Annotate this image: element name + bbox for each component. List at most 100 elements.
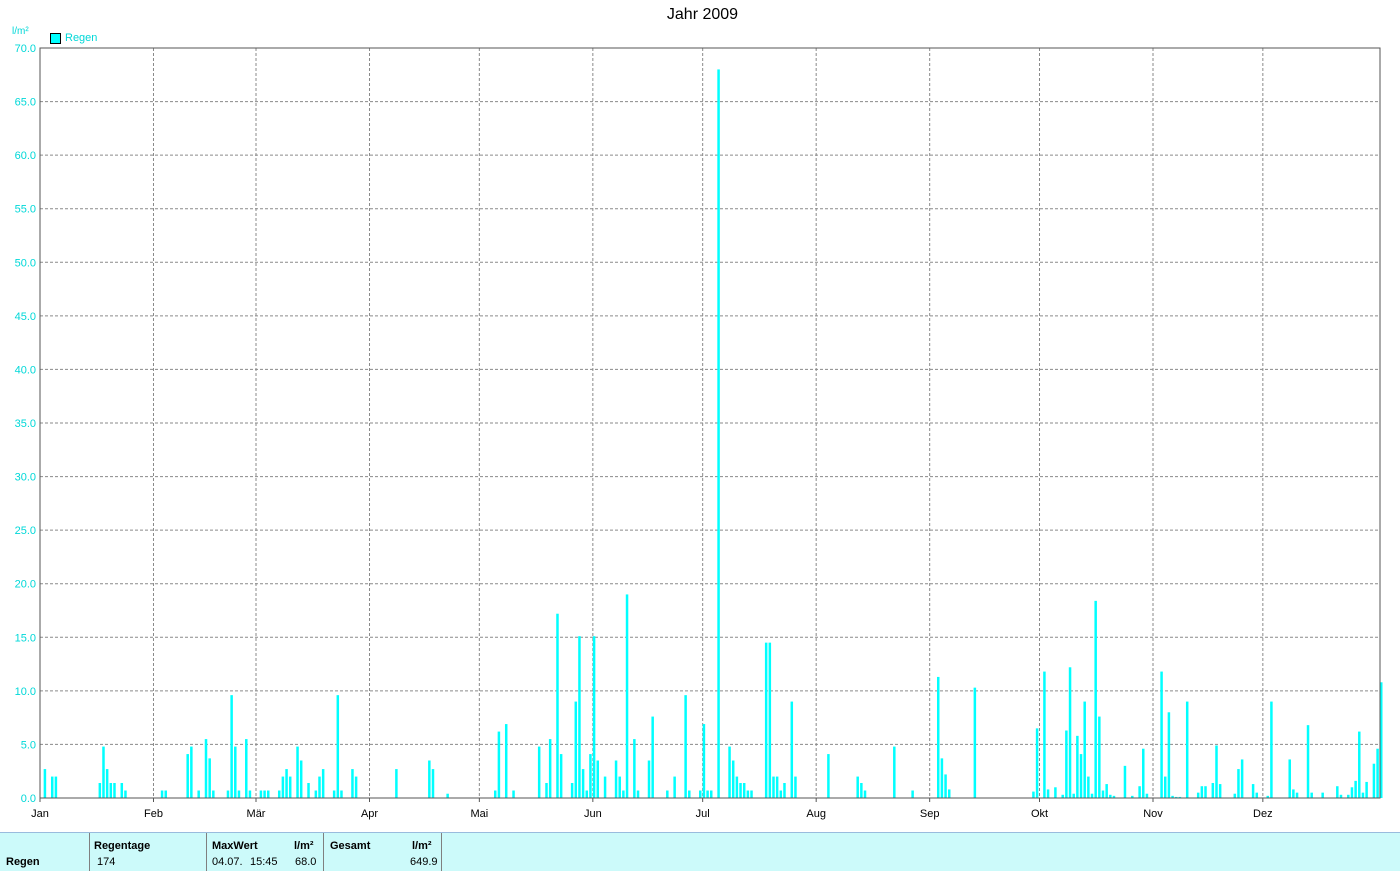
- rain-bar: [742, 783, 746, 798]
- stats-separator: [323, 833, 324, 871]
- rain-bar: [1145, 793, 1149, 798]
- rain-bar: [1163, 776, 1167, 798]
- rain-bar: [596, 760, 600, 798]
- rain-bar: [548, 739, 552, 798]
- rain-bar: [1336, 786, 1339, 798]
- rain-bar: [940, 758, 944, 798]
- month-label: Aug: [806, 808, 826, 820]
- rain-bar: [578, 636, 581, 798]
- rain-bar: [428, 760, 431, 798]
- rain-bar: [340, 790, 343, 798]
- rain-bar: [43, 769, 47, 798]
- y-tick-label: 25.0: [15, 525, 36, 537]
- rain-bar: [666, 790, 669, 798]
- rain-bar: [684, 695, 687, 798]
- rain-bar: [266, 790, 270, 798]
- rain-bar: [1306, 725, 1310, 798]
- rain-bar: [1200, 786, 1204, 798]
- rain-bar: [622, 790, 625, 798]
- rain-bar: [728, 746, 731, 798]
- rain-bar: [1098, 716, 1101, 798]
- rain-bar: [710, 790, 713, 798]
- month-label: Apr: [361, 808, 378, 820]
- rain-bar: [1046, 789, 1050, 798]
- rain-bar: [746, 790, 750, 798]
- y-tick-label: 5.0: [21, 739, 36, 751]
- rain-bar: [772, 776, 775, 798]
- rain-bar: [237, 790, 241, 798]
- rain-bar: [589, 754, 592, 798]
- rain-bar: [259, 790, 263, 798]
- month-label: Feb: [144, 808, 163, 820]
- rain-bar: [779, 790, 783, 798]
- rain-bar: [581, 769, 585, 798]
- maxwert-time: 15:45: [250, 856, 278, 868]
- rain-bar: [625, 594, 629, 798]
- rain-bar: [395, 769, 398, 798]
- rain-bar: [790, 701, 794, 798]
- rain-bar: [1372, 763, 1376, 798]
- rain-bar: [731, 760, 735, 798]
- rain-bar: [113, 783, 116, 798]
- y-tick-label: 10.0: [15, 686, 36, 698]
- rain-bar: [863, 790, 867, 798]
- rain-bar: [186, 754, 189, 798]
- rain-bar: [1167, 712, 1171, 798]
- rain-bar: [768, 642, 772, 798]
- rain-bar: [1218, 784, 1222, 798]
- rain-bar: [537, 746, 541, 798]
- rain-bar: [651, 716, 654, 798]
- rain-bar: [1204, 786, 1207, 798]
- month-label: Dez: [1253, 808, 1273, 820]
- y-tick-label: 65.0: [15, 97, 36, 109]
- rain-bar: [230, 695, 233, 798]
- rain-bar: [248, 790, 252, 798]
- rain-bar: [1043, 671, 1046, 798]
- rain-bar: [54, 776, 58, 798]
- rain-bar: [332, 790, 336, 798]
- rain-bar: [1123, 765, 1127, 798]
- rain-bar: [208, 758, 211, 798]
- month-label: Jun: [584, 808, 602, 820]
- rain-bar: [856, 776, 859, 798]
- rain-bar: [633, 739, 636, 798]
- y-tick-label: 15.0: [15, 632, 36, 644]
- rain-bar: [299, 760, 303, 798]
- rain-bar: [783, 783, 786, 798]
- rain-bar: [102, 746, 105, 798]
- rain-bar: [493, 790, 497, 798]
- maxwert-date: 04.07.: [212, 856, 243, 868]
- rain-bar: [1054, 787, 1057, 798]
- stats-separator: [89, 833, 90, 871]
- rain-bar: [1105, 784, 1108, 798]
- rain-bar: [431, 769, 435, 798]
- rain-bar: [1233, 793, 1237, 798]
- month-label: Jan: [31, 808, 49, 820]
- rain-bar: [702, 724, 706, 798]
- rain-bar: [944, 774, 947, 798]
- rain-bar: [1087, 776, 1090, 798]
- month-label: Okt: [1031, 808, 1048, 820]
- month-label: Mai: [470, 808, 488, 820]
- rain-bar: [717, 69, 720, 798]
- rain-bar: [911, 790, 914, 798]
- rain-bar: [1270, 701, 1273, 798]
- maxwert-header: MaxWert: [212, 840, 258, 852]
- rain-bar: [764, 642, 768, 798]
- y-tick-label: 55.0: [15, 204, 36, 216]
- rain-bar: [1090, 793, 1094, 798]
- rain-bar: [307, 783, 310, 798]
- rain-bar: [688, 790, 691, 798]
- rain-bar: [314, 790, 318, 798]
- rain-bar: [120, 783, 124, 798]
- rain-bar: [50, 776, 54, 798]
- rain-bar: [285, 769, 288, 798]
- rain-bar: [321, 769, 325, 798]
- rain-bar: [1365, 781, 1368, 798]
- rain-bar: [446, 793, 449, 798]
- rain-bar: [1065, 730, 1068, 798]
- rain-bar: [1035, 728, 1039, 798]
- stats-separator: [441, 833, 442, 871]
- y-tick-label: 20.0: [15, 579, 36, 591]
- rain-bar: [973, 687, 977, 798]
